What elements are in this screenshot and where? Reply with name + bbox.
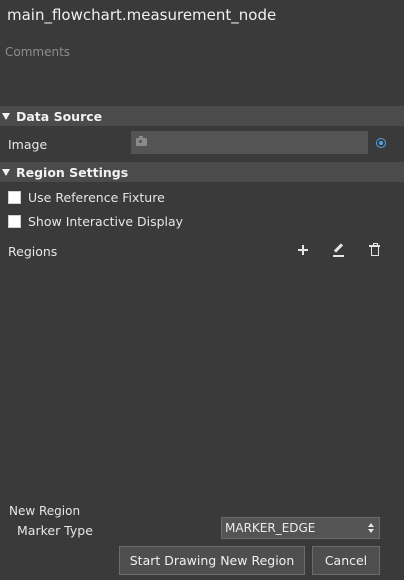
start-drawing-button[interactable]: Start Drawing New Region xyxy=(119,546,305,575)
show-interactive-display-label: Show Interactive Display xyxy=(28,214,184,229)
marker-type-select[interactable]: MARKER_EDGE xyxy=(221,517,380,539)
image-field[interactable] xyxy=(131,131,368,154)
region-settings-heading: Region Settings xyxy=(16,164,129,180)
data-source-heading: Data Source xyxy=(16,108,103,124)
data-source-section-header[interactable]: Data Source xyxy=(0,106,404,126)
new-region-heading: New Region xyxy=(9,504,81,518)
regions-label: Regions xyxy=(8,244,58,259)
node-title: main_flowchart.measurement_node xyxy=(7,6,277,24)
region-settings-section-header[interactable]: Region Settings xyxy=(0,162,404,182)
use-reference-fixture-row[interactable]: Use Reference Fixture xyxy=(8,190,165,205)
select-arrows-icon xyxy=(368,522,374,534)
collapse-triangle-icon xyxy=(2,112,10,120)
show-interactive-display-row[interactable]: Show Interactive Display xyxy=(8,214,183,229)
use-reference-fixture-checkbox[interactable] xyxy=(8,191,21,204)
collapse-triangle-icon xyxy=(2,168,10,176)
camera-icon xyxy=(136,136,147,146)
cancel-button[interactable]: Cancel xyxy=(312,546,380,575)
use-reference-fixture-label: Use Reference Fixture xyxy=(28,190,165,205)
edit-icon[interactable] xyxy=(331,242,347,258)
radio-target-icon[interactable] xyxy=(376,138,386,148)
trash-icon[interactable] xyxy=(367,242,383,258)
comments-field[interactable]: Comments xyxy=(5,45,70,59)
show-interactive-display-checkbox[interactable] xyxy=(8,215,21,228)
marker-type-label: Marker Type xyxy=(17,523,93,538)
plus-icon[interactable] xyxy=(295,242,311,258)
marker-type-value: MARKER_EDGE xyxy=(225,521,316,535)
image-label: Image xyxy=(8,137,48,152)
